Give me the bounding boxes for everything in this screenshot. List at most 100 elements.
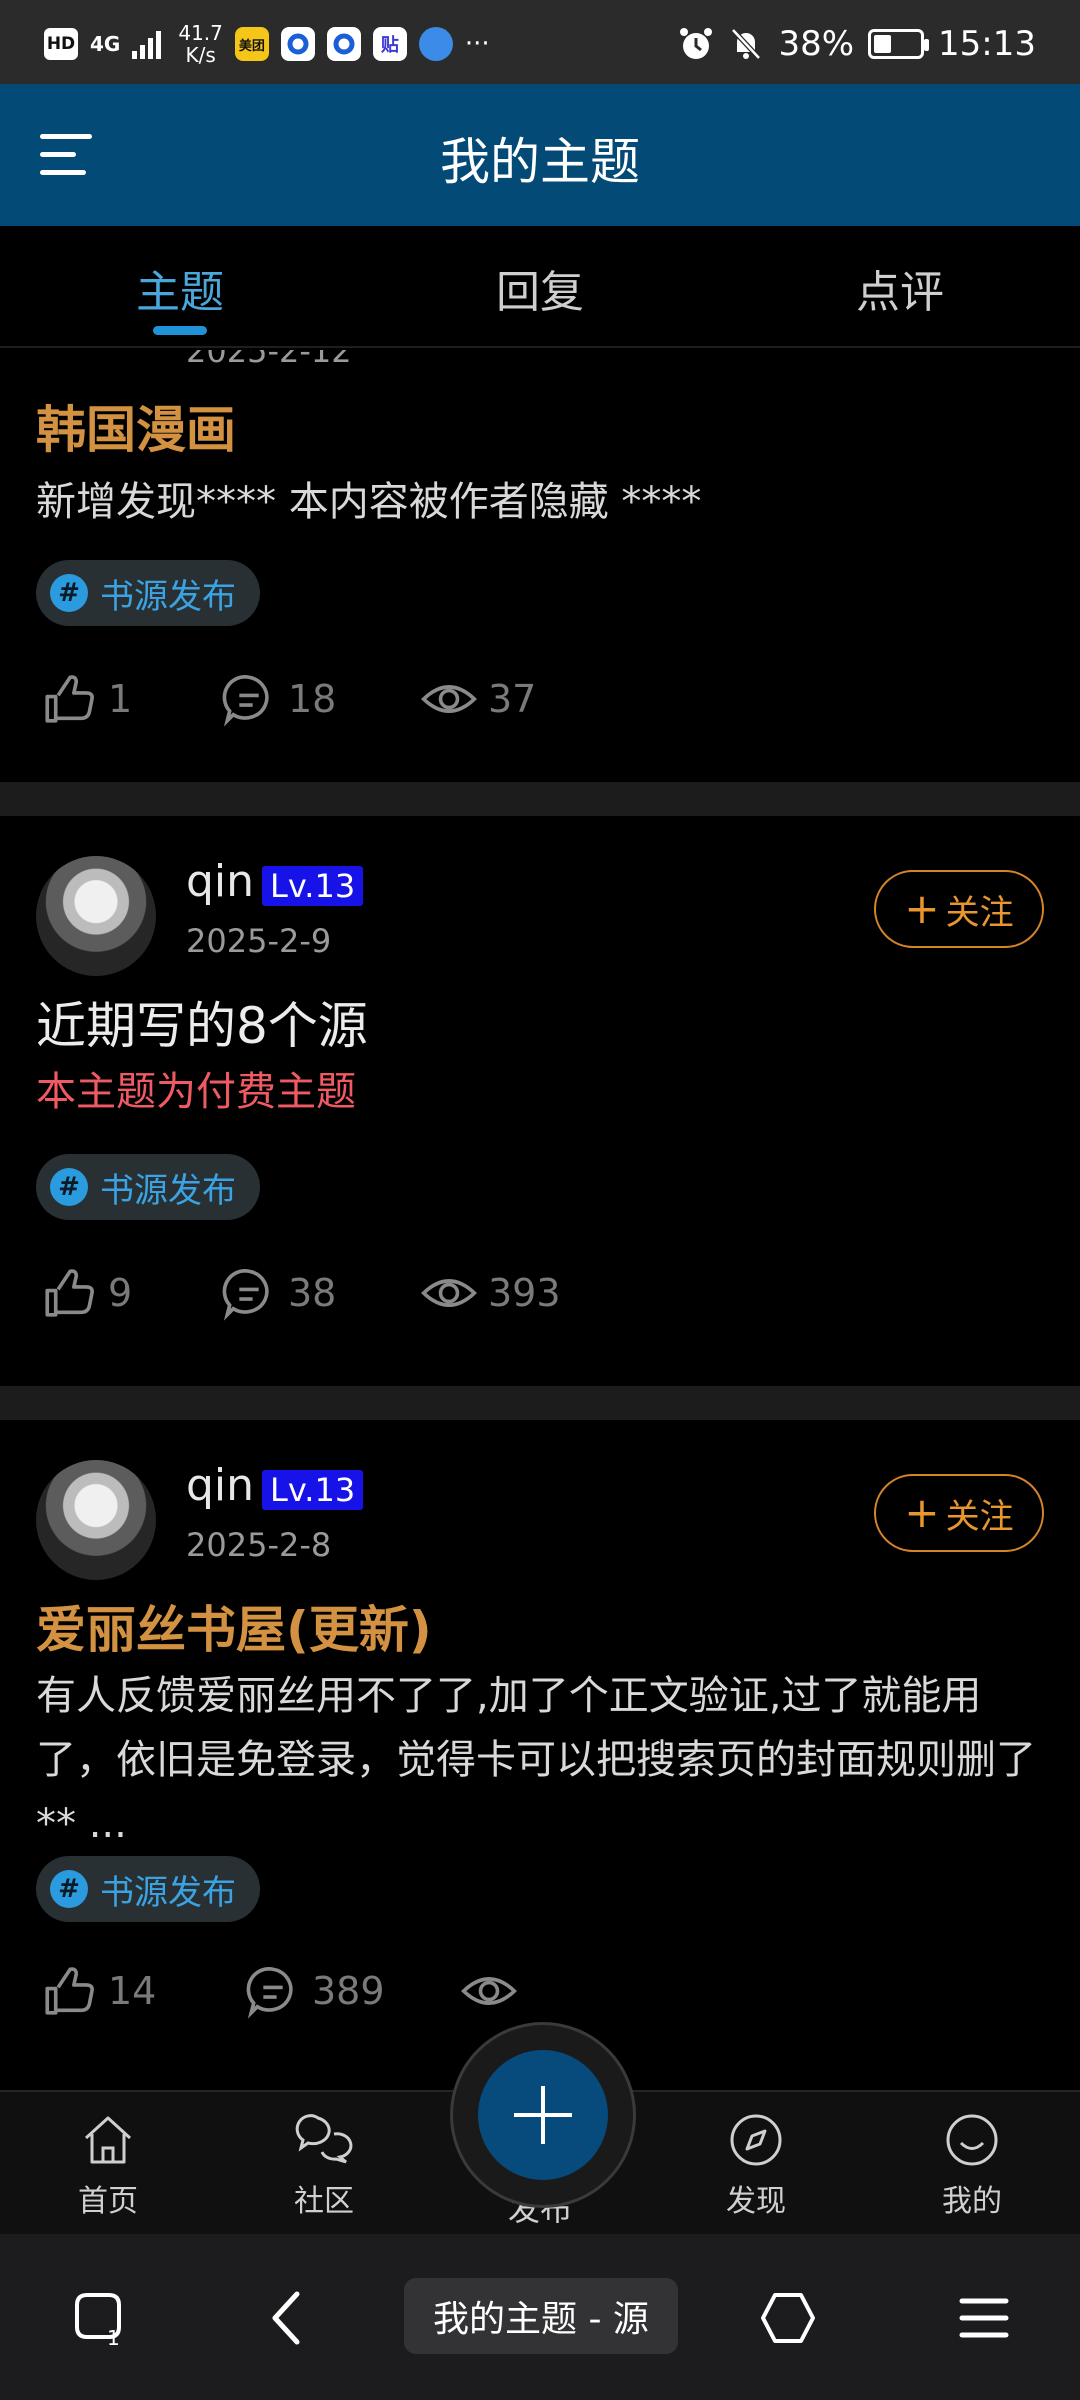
comment-icon	[222, 1269, 269, 1321]
avatar[interactable]	[36, 856, 156, 976]
status-right: 38% 15:13	[678, 24, 1036, 64]
post-tag[interactable]: # 书源发布	[36, 560, 260, 626]
nav-mine[interactable]: 我的	[902, 2110, 1042, 2220]
meituan-label: 美团	[238, 38, 265, 54]
nav-discover-label: 发现	[726, 2184, 786, 2219]
nav-community-label: 社区	[294, 2184, 354, 2219]
eye-icon	[420, 685, 478, 713]
speed-value: 41.7	[178, 21, 223, 45]
comment-icon	[222, 675, 269, 727]
follow-button[interactable]: + 关注	[874, 1474, 1044, 1552]
smile-icon	[946, 2114, 998, 2166]
post-tag[interactable]: # 书源发布	[36, 1154, 260, 1220]
active-tab-indicator	[153, 326, 207, 335]
post-card[interactable]: qin Lv.13 2025-2-9 + 关注 近期写的8个源 本主题为付费主题…	[0, 816, 1080, 1386]
nav-mine-label: 我的	[942, 2184, 1002, 2219]
page-title: 我的主题	[440, 133, 640, 191]
browser-icon	[418, 27, 453, 61]
level-badge: Lv.13	[262, 1470, 364, 1510]
thumbs-up-icon	[45, 1269, 94, 1317]
current-app-label[interactable]: 我的主题 - 源	[404, 2278, 678, 2354]
clock: 15:13	[938, 24, 1036, 64]
tag-label: 书源发布	[100, 1872, 236, 1913]
post-title[interactable]: 爱丽丝书屋(更新)	[36, 1590, 432, 1662]
more-notifications: ···	[464, 29, 490, 59]
view-count: 37	[488, 677, 537, 721]
chat-bubbles-icon	[295, 2114, 353, 2164]
app-circle-icon	[280, 27, 315, 61]
back-button[interactable]	[248, 2278, 328, 2358]
eye-icon	[460, 1977, 518, 2005]
tag-label: 书源发布	[100, 576, 236, 617]
comment-count: 18	[288, 677, 337, 721]
comment-stat[interactable]: 18	[220, 670, 336, 728]
speed-unit: K/s	[185, 43, 216, 67]
battery-level-fill	[874, 35, 892, 53]
comment-icon	[246, 1967, 293, 2019]
post-title[interactable]: 近期写的8个源	[36, 986, 368, 1058]
post-body[interactable]: 有人反馈爱丽丝用不了了,加了个正文验证,过了就能用了，依旧是免登录，觉得卡可以把…	[36, 1664, 1050, 1856]
nav-home[interactable]: 首页	[38, 2110, 178, 2220]
avatar[interactable]	[36, 1460, 156, 1580]
like-stat[interactable]: 14	[40, 1962, 156, 2020]
post-separator	[0, 782, 1080, 816]
svg-text:1: 1	[107, 2326, 120, 2349]
status-left: HD 4G 41.7 K/s 美团 贴 ···	[44, 22, 490, 66]
home-button[interactable]	[748, 2278, 828, 2358]
comment-count: 38	[288, 1271, 337, 1315]
app-circle-icon	[326, 27, 361, 61]
system-nav-bar: 1 我的主题 - 源	[0, 2234, 1080, 2400]
post-tag[interactable]: # 书源发布	[36, 1856, 260, 1922]
post-date: 2025-2-12	[186, 350, 352, 370]
status-bar: HD 4G 41.7 K/s 美团 贴 ··· 38% 15:13	[0, 0, 1080, 84]
view-count: 393	[488, 1271, 561, 1315]
recent-apps-button[interactable]: 1	[58, 2278, 138, 2358]
topic-feed[interactable]: 2025-2-12 韩国漫画 新增发现**** 本内容被作者隐藏 **** # …	[0, 350, 1080, 2090]
menu-button[interactable]	[944, 2278, 1024, 2358]
nav-community[interactable]: 社区	[254, 2110, 394, 2220]
tab-reviews[interactable]: 点评	[750, 256, 1050, 320]
tag-label: 书源发布	[100, 1170, 236, 1211]
comment-stat[interactable]: 389	[244, 1962, 385, 2020]
paid-notice[interactable]: 本主题为付费主题	[36, 1060, 1050, 1124]
post-card[interactable]: 2025-2-12 韩国漫画 新增发现**** 本内容被作者隐藏 **** # …	[0, 350, 1080, 782]
comment-stat[interactable]: 38	[220, 1264, 336, 1322]
battery-icon	[868, 29, 930, 59]
battery-percent: 38%	[778, 24, 855, 64]
signal-icon	[132, 31, 162, 59]
plus-icon: +	[904, 884, 940, 933]
hamburger-icon	[959, 2298, 1009, 2338]
post-separator	[0, 1386, 1080, 1420]
network-speed: 41.7 K/s	[178, 22, 223, 66]
alarm-icon	[680, 28, 713, 59]
network-type: 4G	[90, 32, 121, 56]
thumbs-up-icon	[45, 675, 94, 723]
tab-replies[interactable]: 回复	[390, 256, 690, 320]
follow-button[interactable]: + 关注	[874, 870, 1044, 948]
user-name[interactable]: qin	[186, 856, 254, 907]
view-stat	[460, 1962, 528, 2020]
publish-button[interactable]	[478, 2050, 608, 2180]
nav-discover[interactable]: 发现	[686, 2110, 826, 2220]
like-count: 1	[108, 677, 133, 721]
follow-label: 关注	[945, 892, 1014, 933]
plus-icon: +	[904, 1488, 940, 1537]
tieba-icon: 贴	[372, 27, 407, 61]
like-count: 14	[108, 1969, 157, 2013]
view-stat: 37	[420, 670, 536, 728]
post-card[interactable]: qin Lv.13 2025-2-8 + 关注 爱丽丝书屋(更新) 有人反馈爱丽…	[0, 1420, 1080, 2090]
like-stat[interactable]: 1	[40, 670, 132, 728]
eye-icon	[420, 1279, 478, 1307]
plus-icon	[514, 2086, 572, 2144]
compass-icon	[730, 2114, 782, 2166]
like-count: 9	[108, 1271, 133, 1315]
user-name[interactable]: qin	[186, 1460, 254, 1511]
post-title[interactable]: 韩国漫画	[36, 390, 236, 462]
hd-indicator: HD	[44, 28, 78, 60]
back-icon	[272, 2291, 300, 2345]
tieba-label: 贴	[380, 35, 399, 56]
like-stat[interactable]: 9	[40, 1264, 132, 1322]
thumbs-up-icon	[45, 1967, 94, 2015]
post-body[interactable]: 新增发现**** 本内容被作者隐藏 ****	[36, 470, 1050, 534]
tab-topics[interactable]: 主题	[30, 256, 330, 320]
